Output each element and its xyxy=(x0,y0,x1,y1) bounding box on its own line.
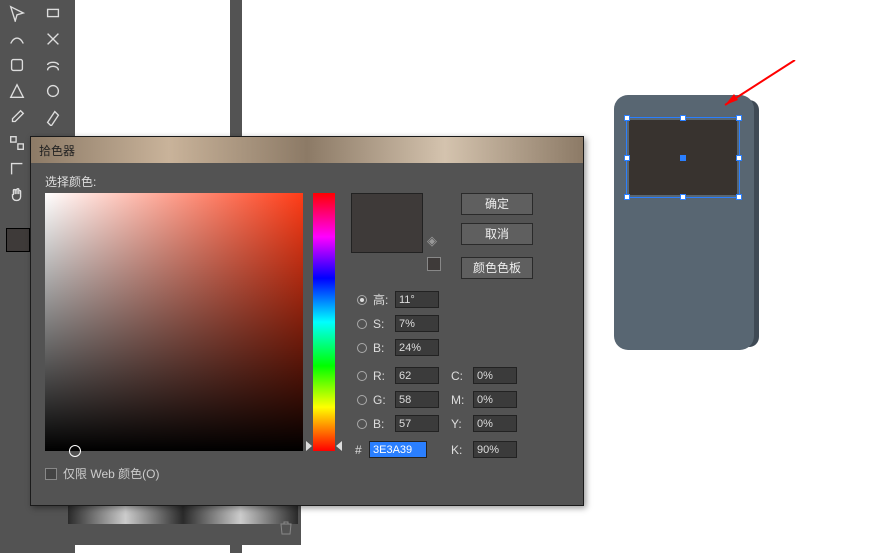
handle-top-left[interactable] xyxy=(624,115,630,121)
handle-bottom-left[interactable] xyxy=(624,194,630,200)
input-hue[interactable] xyxy=(395,291,439,308)
label-s: S: xyxy=(373,317,391,331)
swatches-button[interactable]: 颜色色板 xyxy=(461,257,533,279)
handle-top-right[interactable] xyxy=(736,115,742,121)
label-hex: # xyxy=(355,443,365,457)
handle-right[interactable] xyxy=(736,155,742,161)
row-black: K: xyxy=(451,441,517,458)
tool-icon[interactable] xyxy=(36,0,70,26)
tool-icon[interactable] xyxy=(0,130,34,156)
row-magenta: M: xyxy=(451,391,517,408)
input-sat[interactable] xyxy=(395,315,439,332)
web-only-label: 仅限 Web 颜色(O) xyxy=(63,465,159,482)
input-red[interactable] xyxy=(395,367,439,384)
handle-top[interactable] xyxy=(680,115,686,121)
foreground-color-swatch[interactable] xyxy=(6,228,30,252)
dialog-titlebar[interactable]: 拾色器 xyxy=(31,137,583,163)
label-g: G: xyxy=(373,393,391,407)
label-b: B: xyxy=(373,341,391,355)
cube-icon[interactable]: ◈ xyxy=(427,233,437,249)
handle-bottom-right[interactable] xyxy=(736,194,742,200)
web-only-checkbox[interactable] xyxy=(45,468,57,480)
row-blue: B: xyxy=(357,415,439,432)
picker-cursor[interactable] xyxy=(69,445,81,457)
ok-button[interactable]: 确定 xyxy=(461,193,533,215)
handle-center[interactable] xyxy=(680,155,686,161)
handle-left[interactable] xyxy=(624,155,630,161)
label-y: Y: xyxy=(451,417,469,431)
web-only-row: 仅限 Web 颜色(O) xyxy=(45,465,159,482)
label-m: M: xyxy=(451,393,469,407)
row-bri: B: xyxy=(357,339,439,356)
annotation-arrow xyxy=(720,60,800,110)
saturation-brightness-field[interactable] xyxy=(45,193,303,451)
tool-icon[interactable] xyxy=(0,78,34,104)
row-hue: 高: xyxy=(357,291,439,308)
row-yellow: Y: xyxy=(451,415,517,432)
label-h: 高: xyxy=(373,291,391,308)
handle-bottom[interactable] xyxy=(680,194,686,200)
radio-bri[interactable] xyxy=(357,343,367,353)
eyedropper-icon[interactable] xyxy=(0,104,34,130)
tool-icon[interactable] xyxy=(36,104,70,130)
radio-green[interactable] xyxy=(357,395,367,405)
input-black[interactable] xyxy=(473,441,517,458)
hue-slider-thumb[interactable] xyxy=(308,441,340,451)
out-of-gamut-swatch[interactable] xyxy=(427,257,441,271)
tool-icon[interactable] xyxy=(36,52,70,78)
radio-sat[interactable] xyxy=(357,319,367,329)
tool-icon[interactable] xyxy=(36,26,70,52)
row-red: R: xyxy=(357,367,439,384)
dialog-body: 选择颜色: ◈ 确定 取消 颜色色板 高: S: B: xyxy=(31,163,583,503)
radio-blue[interactable] xyxy=(357,419,367,429)
row-cyan: C: xyxy=(451,367,517,384)
color-preview xyxy=(351,193,423,253)
label-k: K: xyxy=(451,443,469,457)
radio-hue[interactable] xyxy=(357,295,367,305)
label-r: R: xyxy=(373,369,391,383)
input-blue[interactable] xyxy=(395,415,439,432)
cancel-button[interactable]: 取消 xyxy=(461,223,533,245)
tool-icon[interactable] xyxy=(36,78,70,104)
selection-bounds[interactable] xyxy=(626,117,740,198)
trash-icon[interactable] xyxy=(278,520,294,536)
input-green[interactable] xyxy=(395,391,439,408)
tool-icon[interactable] xyxy=(0,26,34,52)
radio-red[interactable] xyxy=(357,371,367,381)
input-bri[interactable] xyxy=(395,339,439,356)
label-c: C: xyxy=(451,369,469,383)
color-picker-dialog: 拾色器 选择颜色: ◈ 确定 取消 颜色色板 高: S: B: xyxy=(30,136,584,506)
tool-icon[interactable] xyxy=(0,52,34,78)
row-sat: S: xyxy=(357,315,439,332)
row-hex: # xyxy=(355,441,427,458)
input-cyan[interactable] xyxy=(473,367,517,384)
label-bb: B: xyxy=(373,417,391,431)
row-green: G: xyxy=(357,391,439,408)
prompt-label: 选择颜色: xyxy=(45,173,569,190)
input-magenta[interactable] xyxy=(473,391,517,408)
input-yellow[interactable] xyxy=(473,415,517,432)
tool-icon[interactable] xyxy=(0,156,34,182)
input-hex[interactable] xyxy=(369,441,427,458)
dialog-title: 拾色器 xyxy=(39,142,75,159)
tool-icon[interactable] xyxy=(0,0,34,26)
hand-icon[interactable] xyxy=(0,182,34,208)
hue-slider[interactable] xyxy=(313,193,335,451)
